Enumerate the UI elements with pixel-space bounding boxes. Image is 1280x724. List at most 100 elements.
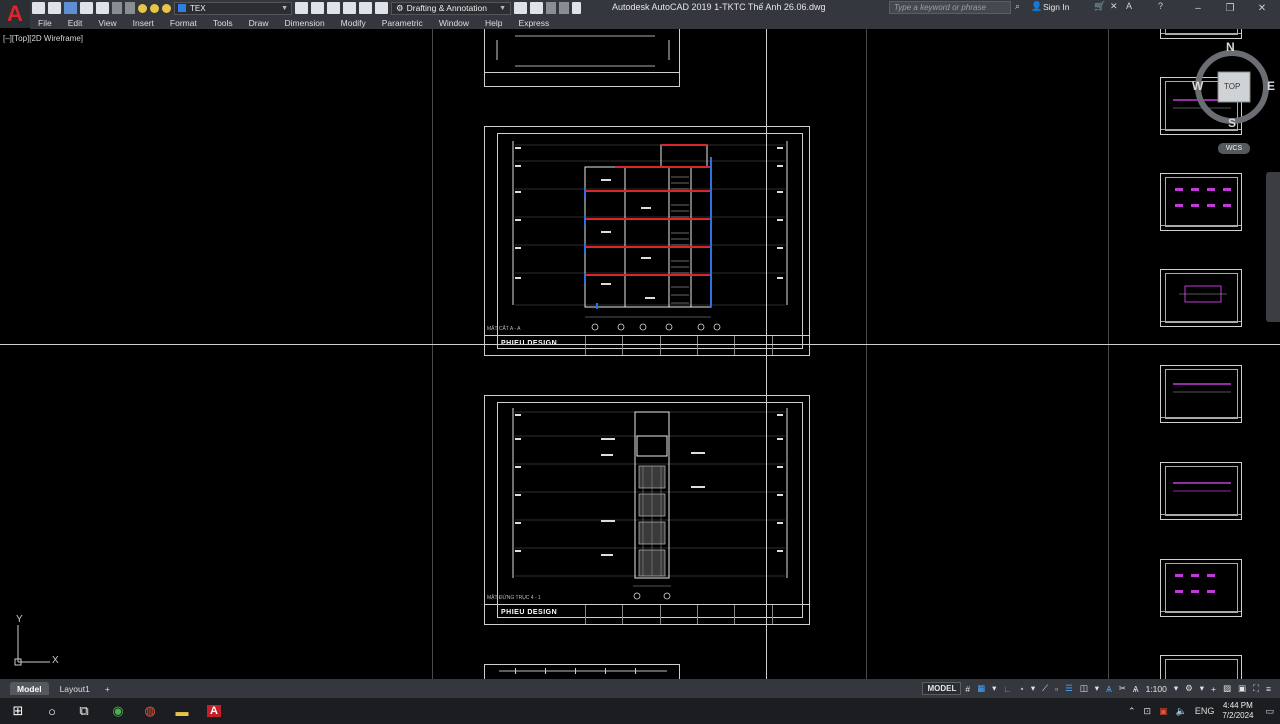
a360-icon[interactable]: A: [1126, 1, 1132, 11]
file-explorer-icon[interactable]: ▬: [168, 698, 196, 724]
menu-file[interactable]: File: [38, 18, 52, 28]
open-file-icon[interactable]: [48, 2, 61, 14]
menu-draw[interactable]: Draw: [249, 18, 269, 28]
clock-date: 7/2/2024: [1222, 711, 1254, 720]
chevron-down-icon[interactable]: ▾: [1092, 682, 1102, 695]
menu-tools[interactable]: Tools: [213, 18, 233, 28]
customization-icon[interactable]: ≡: [1263, 682, 1274, 695]
compass-east-label[interactable]: E: [1267, 79, 1275, 93]
units-icon[interactable]: ▨: [1220, 682, 1234, 695]
autocad-taskbar-icon[interactable]: A: [200, 698, 228, 724]
workspace-switching-icon[interactable]: ⚙: [1182, 682, 1196, 695]
layer-isolate-icon[interactable]: [343, 2, 356, 14]
selection-cycling-icon[interactable]: ◫: [1077, 682, 1091, 695]
chevron-up-icon[interactable]: ⌃: [1128, 706, 1136, 717]
menu-window[interactable]: Window: [439, 18, 469, 28]
menu-express[interactable]: Express: [519, 18, 550, 28]
navigation-bar[interactable]: [1266, 172, 1280, 322]
layer-lock-icon[interactable]: [162, 3, 171, 13]
annotation-monitor-icon[interactable]: +: [1208, 682, 1219, 695]
layer-states-icon[interactable]: [327, 2, 340, 14]
menu-insert[interactable]: Insert: [133, 18, 154, 28]
binoculars-icon[interactable]: ⌕: [1015, 1, 1020, 12]
workspace-dropdown[interactable]: ⚙ Drafting & Annotation ▼: [391, 1, 511, 15]
layer-previous-icon[interactable]: [311, 2, 324, 14]
new-file-icon[interactable]: [32, 2, 45, 14]
export-icon[interactable]: [530, 2, 543, 14]
windows-start-icon[interactable]: ⊞: [4, 698, 32, 724]
language-indicator[interactable]: ENG: [1195, 706, 1215, 716]
fullscreen-icon[interactable]: ⛶: [1250, 682, 1262, 695]
menu-edit[interactable]: Edit: [68, 18, 83, 28]
redo-icon[interactable]: [125, 2, 135, 14]
tab-model[interactable]: Model: [10, 682, 49, 695]
layer-walk-icon[interactable]: [359, 2, 372, 14]
layer-on-icon[interactable]: [138, 3, 147, 13]
compass-west-label[interactable]: W: [1192, 79, 1203, 93]
annotation-visibility-icon[interactable]: Ѧ: [1103, 682, 1115, 695]
ortho-icon[interactable]: ∟: [1000, 682, 1014, 695]
close-button[interactable]: ✕: [1250, 0, 1274, 16]
search-icon[interactable]: ○: [38, 698, 66, 724]
menu-modify[interactable]: Modify: [341, 18, 366, 28]
drawing-canvas[interactable]: [–][Top][2D Wireframe] MẶT CẮT A - A MẶT…: [0, 29, 1280, 679]
annotation-scale-icon[interactable]: Ѧ: [1130, 682, 1142, 695]
viewport-controls-label[interactable]: [–][Top][2D Wireframe]: [3, 34, 83, 43]
antivirus-icon[interactable]: ▣: [1159, 706, 1168, 717]
save-icon[interactable]: [64, 2, 77, 14]
chevron-down-icon[interactable]: ▾: [1028, 682, 1038, 695]
save-as-icon[interactable]: [80, 2, 93, 14]
snap-icon[interactable]: ▦: [974, 682, 988, 695]
chrome-icon[interactable]: ◉: [104, 698, 132, 724]
messenger-icon[interactable]: ◍: [136, 698, 164, 724]
chevron-down-icon[interactable]: ▾: [1197, 682, 1207, 695]
tab-layout1[interactable]: Layout1: [53, 682, 97, 695]
layer-freeze-icon[interactable]: [150, 3, 159, 13]
object-snap-icon[interactable]: ▫: [1052, 682, 1061, 695]
network-icon[interactable]: ⊡: [1144, 706, 1152, 717]
cart-icon[interactable]: 🛒: [1094, 1, 1105, 12]
viewcube[interactable]: N S E W TOP: [1190, 40, 1280, 151]
minimize-button[interactable]: –: [1186, 0, 1210, 16]
restore-button[interactable]: ❐: [1218, 0, 1242, 16]
task-view-icon[interactable]: ⧉: [70, 698, 98, 724]
menu-format[interactable]: Format: [170, 18, 197, 28]
grid-icon[interactable]: #: [962, 682, 973, 695]
layer-merge-icon[interactable]: [375, 2, 388, 14]
menu-help[interactable]: Help: [485, 18, 502, 28]
undo-arrow-icon[interactable]: [546, 2, 556, 14]
annotation-autoscale-icon[interactable]: ✂: [1116, 682, 1129, 695]
application-menu-button[interactable]: A: [0, 0, 30, 28]
compass-north-label[interactable]: N: [1226, 40, 1235, 54]
compass-south-label[interactable]: S: [1228, 116, 1236, 130]
match-properties-icon[interactable]: [295, 2, 308, 14]
user-icon[interactable]: 👤: [1031, 1, 1042, 12]
chevron-down-icon[interactable]: ▾: [989, 682, 999, 695]
notification-icon[interactable]: ▭: [1265, 706, 1274, 717]
viewcube-top-face[interactable]: TOP: [1224, 82, 1240, 91]
isodraft-icon[interactable]: ⟋: [1039, 682, 1051, 695]
quick-properties-icon[interactable]: ▣: [1235, 682, 1249, 695]
menu-parametric[interactable]: Parametric: [382, 18, 423, 28]
lineweight-icon[interactable]: ☰: [1062, 682, 1076, 695]
model-space-button[interactable]: MODEL: [922, 682, 962, 695]
exchange-icon[interactable]: ✕: [1110, 1, 1118, 12]
share-icon[interactable]: [514, 2, 527, 14]
new-layout-button[interactable]: +: [101, 682, 114, 695]
polar-tracking-icon[interactable]: ◔: [1016, 682, 1027, 695]
search-input[interactable]: Type a keyword or phrase: [889, 1, 1011, 14]
sign-in-button[interactable]: Sign In: [1043, 2, 1069, 12]
undo-icon[interactable]: [112, 2, 122, 14]
help-icon[interactable]: ?: [1158, 1, 1163, 11]
menu-dimension[interactable]: Dimension: [285, 18, 325, 28]
chevron-down-icon[interactable]: ▾: [1171, 682, 1181, 695]
layer-dropdown[interactable]: TEX ▼: [174, 1, 292, 15]
clock[interactable]: 4:44 PM 7/2/2024: [1222, 701, 1253, 721]
plot-icon[interactable]: [96, 2, 109, 14]
customize-qat-icon[interactable]: [572, 2, 581, 14]
wcs-menu[interactable]: WCS: [1218, 143, 1250, 154]
menu-view[interactable]: View: [98, 18, 116, 28]
redo-arrow-icon[interactable]: [559, 2, 569, 14]
volume-icon[interactable]: 🔈: [1176, 706, 1187, 717]
annotation-scale-value[interactable]: 1:100: [1143, 682, 1170, 695]
